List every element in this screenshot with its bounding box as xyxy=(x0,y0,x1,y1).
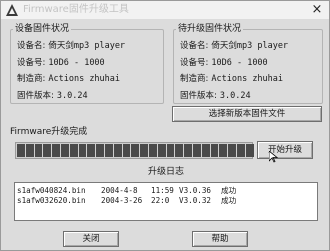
device-firmware-version-row: 固件版本: 3.0.24 xyxy=(17,91,88,102)
upgrade-firmware-version-row: 固件版本: 3.0.24 xyxy=(180,91,251,102)
device-firmware-version-value: 3.0.24 xyxy=(56,91,88,101)
progress-segment xyxy=(201,144,210,157)
select-firmware-file-button[interactable]: 选择新版本固件文件 xyxy=(172,106,322,122)
progress-segment xyxy=(122,144,131,157)
title-bar[interactable]: Firmware固件升级工具 × xyxy=(1,1,329,19)
upgrade-firmware-panel-title: 待升级固件状况 xyxy=(178,24,242,34)
progress-segment xyxy=(236,144,245,157)
log-entry-file: s1afw032620.bin xyxy=(17,196,86,205)
log-entry[interactable]: s1afw040824.bin 2004-4-8 11:59 V3.0.36 成功 xyxy=(17,186,236,195)
progress-segment xyxy=(157,144,166,157)
device-id-label: 设备号: xyxy=(17,58,46,68)
progress-segment xyxy=(192,144,201,157)
progress-segment xyxy=(60,144,69,157)
app-logo-icon xyxy=(6,4,18,16)
device-id-value: 10D6 - 1000 xyxy=(48,58,105,68)
log-entry-result: 成功 xyxy=(221,186,237,195)
progress-segment xyxy=(69,144,78,157)
progress-segment xyxy=(219,144,228,157)
progress-segment xyxy=(17,144,25,157)
progress-segment xyxy=(175,144,184,157)
progress-segment xyxy=(43,144,52,157)
window-title: Firmware固件升级工具 xyxy=(23,4,129,15)
upgrade-progress-bar xyxy=(15,142,254,159)
upgrade-firmware-version-value: 3.0.24 xyxy=(219,91,251,101)
upgrade-manufacturer-label: 制造商: xyxy=(180,74,209,84)
progress-segment xyxy=(96,144,104,157)
progress-segment xyxy=(104,144,113,157)
progress-segment xyxy=(245,144,254,157)
upgrade-manufacturer-value: Actions zhuhai xyxy=(211,74,284,84)
log-entry-time: 11:59 xyxy=(151,186,174,195)
device-manufacturer-label: 制造商: xyxy=(17,74,46,84)
upgrade-id-value: 10D6 - 1000 xyxy=(211,58,268,68)
start-upgrade-button[interactable]: 开始升级 xyxy=(257,141,313,159)
progress-segment xyxy=(113,144,122,157)
progress-segment xyxy=(78,144,87,157)
progress-segment xyxy=(87,144,96,157)
progress-segment xyxy=(228,144,236,157)
upgrade-status-text: Firmware升级完成 xyxy=(10,127,88,137)
progress-segment xyxy=(166,144,175,157)
progress-segment xyxy=(131,144,140,157)
device-name-value: 倚天剑mp3 player xyxy=(48,41,126,51)
progress-segment xyxy=(25,144,34,157)
progress-segment xyxy=(34,144,43,157)
log-entry-time: 22:0 xyxy=(151,196,170,205)
progress-segment xyxy=(184,144,192,157)
progress-segment xyxy=(210,144,219,157)
log-entry[interactable]: s1afw032620.bin 2004-3-26 22:0 V3.0.32 成功 xyxy=(17,196,236,205)
log-entry-version: V3.0.32 xyxy=(179,196,212,205)
progress-segment xyxy=(52,144,60,157)
device-name-row: 设备名: 倚天剑mp3 player xyxy=(17,41,125,52)
device-firmware-panel-title: 设备固件状况 xyxy=(15,24,70,34)
upgrade-firmware-version-label: 固件版本: xyxy=(180,91,217,101)
log-entry-date: 2004-4-8 xyxy=(101,186,138,195)
device-name-label: 设备名: xyxy=(17,41,46,51)
log-entry-file: s1afw040824.bin xyxy=(17,186,86,195)
firmware-upgrade-window: Firmware固件升级工具 × 设备固件状况 设备名: 倚天剑mp3 playe… xyxy=(0,0,330,251)
device-manufacturer-row: 制造商: Actions zhuhai xyxy=(17,74,120,85)
close-button[interactable]: 关闭 xyxy=(63,231,119,247)
close-window-button[interactable]: × xyxy=(310,2,324,17)
upgrade-log-title: 升级日志 xyxy=(147,167,184,177)
upgrade-name-row: 设备名: 倚天剑mp3 player xyxy=(180,41,288,52)
device-firmware-version-label: 固件版本: xyxy=(17,91,54,101)
help-button[interactable]: 帮助 xyxy=(192,231,248,247)
upgrade-name-label: 设备名: xyxy=(180,41,209,51)
log-entry-result: 成功 xyxy=(221,196,237,205)
progress-segment xyxy=(148,144,157,157)
upgrade-name-value: 倚天剑mp3 player xyxy=(211,41,289,51)
log-entry-version: V3.0.36 xyxy=(179,186,212,195)
device-manufacturer-value: Actions zhuhai xyxy=(48,74,121,84)
log-entry-date: 2004-3-26 xyxy=(101,196,143,205)
mouse-cursor-icon xyxy=(269,151,278,163)
upgrade-manufacturer-row: 制造商: Actions zhuhai xyxy=(180,74,283,85)
upgrade-log-list[interactable]: s1afw040824.bin 2004-4-8 11:59 V3.0.36 成功 s1… xyxy=(14,182,318,221)
progress-fill xyxy=(17,144,254,157)
upgrade-id-label: 设备号: xyxy=(180,58,209,68)
progress-segment xyxy=(140,144,148,157)
upgrade-id-row: 设备号: 10D6 - 1000 xyxy=(180,58,268,69)
device-id-row: 设备号: 10D6 - 1000 xyxy=(17,58,105,69)
